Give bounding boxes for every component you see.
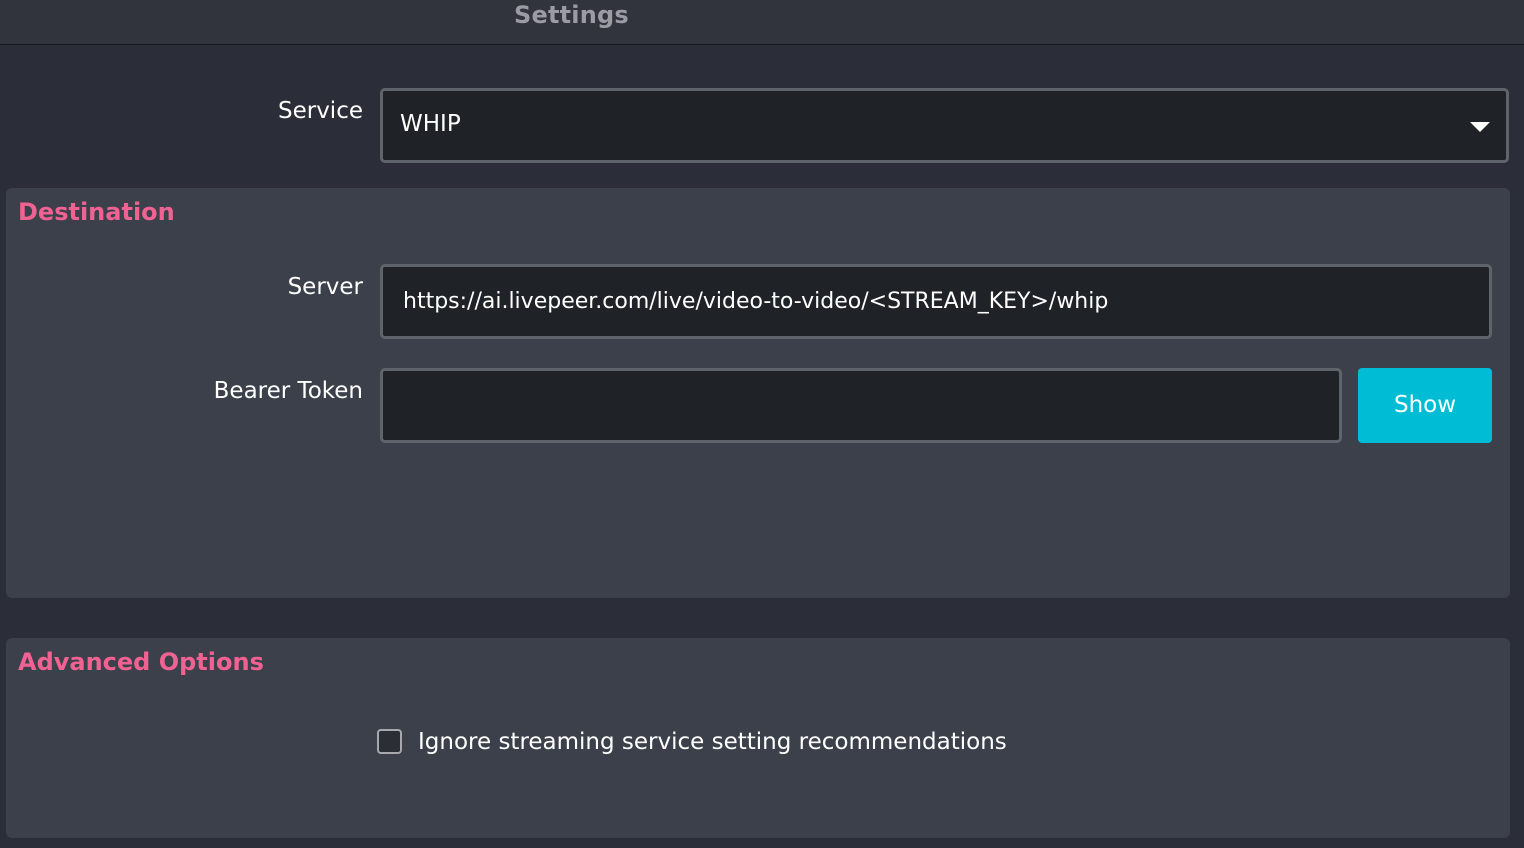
service-select[interactable]: WHIP	[380, 88, 1509, 163]
show-token-button[interactable]: Show	[1358, 368, 1492, 443]
ignore-recommendations-label[interactable]: Ignore streaming service setting recomme…	[418, 729, 1007, 755]
bearer-token-label: Bearer Token	[213, 378, 363, 404]
service-selected-value: WHIP	[400, 111, 461, 137]
title-bar: Settings	[0, 0, 1524, 45]
server-label: Server	[287, 274, 363, 300]
bearer-token-input[interactable]	[380, 368, 1342, 443]
server-input[interactable]	[380, 264, 1492, 339]
triangle-down-icon	[1470, 122, 1490, 132]
destination-heading: Destination	[18, 198, 175, 226]
ignore-recommendations-checkbox[interactable]	[377, 729, 402, 754]
service-label: Service	[277, 98, 363, 124]
advanced-options-heading: Advanced Options	[18, 648, 264, 676]
window-title: Settings	[514, 1, 629, 29]
